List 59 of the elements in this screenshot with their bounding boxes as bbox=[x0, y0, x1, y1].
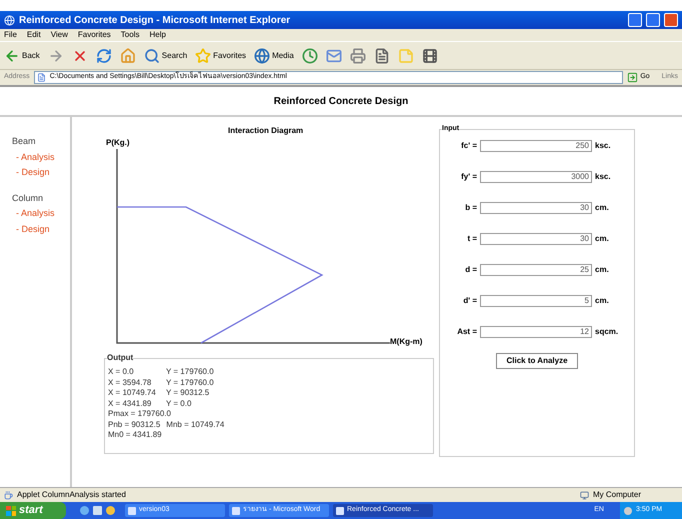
toolbar-back-button[interactable]: Back bbox=[4, 48, 40, 64]
field-label: d = bbox=[464, 264, 478, 276]
nav-link[interactable]: - Design bbox=[12, 166, 70, 180]
input-field[interactable]: 25 bbox=[480, 264, 592, 276]
nav-group-title: Column bbox=[12, 192, 44, 204]
input-field[interactable]: 3000 bbox=[480, 171, 592, 183]
field-label: fc' = bbox=[460, 140, 478, 152]
nav-link[interactable]: - Analysis bbox=[12, 150, 70, 164]
nav-group-title: Beam bbox=[12, 135, 37, 148]
nav-link[interactable]: - Analysis bbox=[12, 207, 70, 220]
analyze-button[interactable]: Click to Analyze bbox=[496, 353, 578, 369]
input-field[interactable]: 30 bbox=[480, 202, 592, 214]
nav-link[interactable]: - Design bbox=[12, 222, 70, 236]
menu-item[interactable]: File bbox=[4, 29, 17, 41]
menu-item[interactable]: Tools bbox=[120, 29, 140, 41]
output-text: Y = 0.0 bbox=[166, 398, 192, 409]
unit-label: cm. bbox=[594, 233, 609, 245]
output-text: X = 10749.74 bbox=[108, 388, 157, 398]
output-legend: Output bbox=[107, 353, 134, 364]
input-field[interactable]: 12 bbox=[480, 326, 592, 338]
zone-text: My Computer bbox=[593, 489, 642, 501]
unit-label: cm. bbox=[594, 295, 609, 307]
output-text: Y = 179760.0 bbox=[166, 367, 214, 378]
start-button[interactable]: start bbox=[0, 502, 66, 519]
field-label: d' = bbox=[462, 295, 478, 307]
input-field[interactable]: 250 bbox=[480, 140, 592, 152]
unit-label: cm. bbox=[594, 264, 609, 276]
field-label: fy' = bbox=[460, 171, 478, 183]
field-label: b = bbox=[464, 202, 478, 214]
page-heading: Reinforced Concrete Design bbox=[274, 94, 408, 108]
y-axis-label: P(Kg.) bbox=[106, 137, 130, 149]
output-text: Y = 179760.0 bbox=[166, 378, 214, 388]
toolbar-favorites-button[interactable]: Favorites bbox=[195, 48, 246, 64]
menu-item[interactable]: Favorites bbox=[78, 29, 111, 41]
input-field[interactable]: 30 bbox=[480, 233, 592, 245]
output-text: Pnb = 90312.5 bbox=[108, 420, 160, 430]
menu-item[interactable]: Edit bbox=[26, 29, 41, 41]
field-label: t = bbox=[466, 233, 478, 245]
output-text: Mnb = 10749.74 bbox=[166, 420, 224, 430]
output-text: X = 0.0 bbox=[108, 367, 135, 378]
input-field[interactable]: 5 bbox=[480, 295, 592, 307]
unit-label: ksc. bbox=[594, 171, 611, 183]
output-text: X = 4341.89 bbox=[108, 398, 152, 409]
menu-item[interactable]: Help bbox=[149, 29, 166, 41]
unit-label: cm. bbox=[594, 202, 609, 214]
unit-label: ksc. bbox=[594, 140, 611, 152]
field-label: Ast = bbox=[456, 326, 478, 338]
output-text: Mn0 = 4341.89 bbox=[108, 430, 162, 440]
status-text: Applet ColumnAnalysis started bbox=[17, 489, 127, 501]
window-title: Reinforced Concrete Design - Microsoft Internet Explorer bbox=[19, 14, 292, 28]
output-text: Y = 90312.5 bbox=[166, 388, 210, 398]
unit-label: sqcm. bbox=[594, 326, 618, 338]
output-text: Pmax = 179760.0 bbox=[108, 409, 171, 420]
output-text: X = 3594.78 bbox=[108, 378, 152, 388]
toolbar-media-button[interactable]: Media bbox=[254, 48, 294, 64]
menu-item[interactable]: View bbox=[50, 29, 68, 41]
diagram-title: Interaction Diagram bbox=[228, 125, 304, 137]
toolbar-search-button[interactable]: Search bbox=[144, 48, 188, 64]
x-axis-label: M(Kg-m) bbox=[390, 336, 422, 348]
